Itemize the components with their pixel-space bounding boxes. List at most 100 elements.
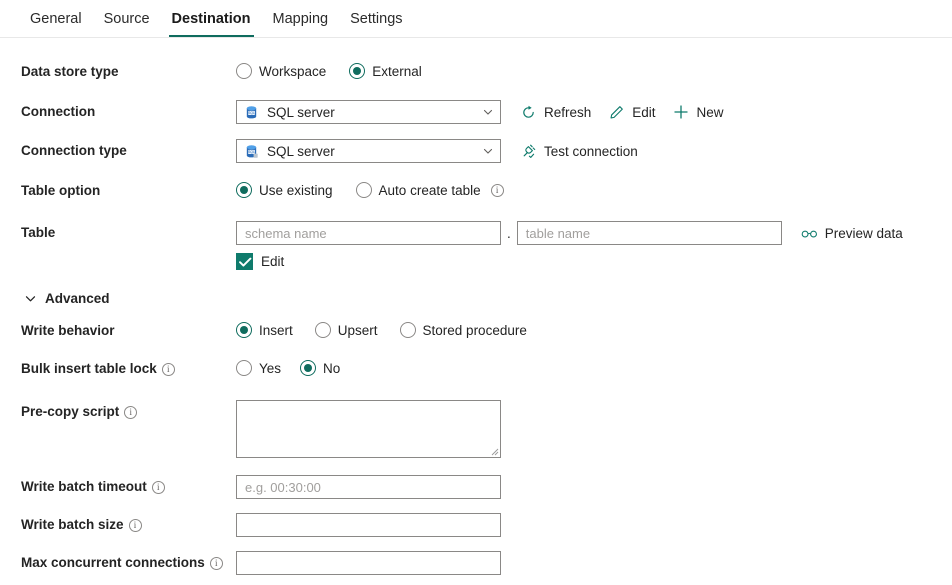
info-icon[interactable] <box>124 406 137 419</box>
radio-stored-procedure[interactable]: Stored procedure <box>400 322 527 338</box>
schema-table-separator: . <box>507 226 511 241</box>
label-data-store-type: Data store type <box>0 63 236 81</box>
row-write-batch-size: Write batch size <box>0 513 952 537</box>
tab-label: General <box>30 11 82 27</box>
svg-text:SQL: SQL <box>248 111 255 115</box>
action-label: Refresh <box>544 105 591 120</box>
tab-bar: General Source Destination Mapping Setti… <box>0 0 952 38</box>
checkbox-label: Edit <box>261 254 284 269</box>
edit-table-checkbox[interactable]: Edit <box>236 253 284 270</box>
radio-circle-icon <box>400 322 416 338</box>
schema-name-placeholder: schema name <box>245 226 327 241</box>
max-concurrent-connections-input[interactable] <box>236 551 501 575</box>
label-write-behavior: Write behavior <box>0 322 236 340</box>
tab-destination[interactable]: Destination <box>161 0 262 37</box>
radio-circle-selected-icon <box>349 63 365 79</box>
radio-circle-icon <box>356 182 372 198</box>
radio-workspace[interactable]: Workspace <box>236 63 326 79</box>
resize-grip-icon[interactable] <box>489 446 499 456</box>
label-write-batch-size: Write batch size <box>0 513 236 537</box>
radio-circle-icon <box>315 322 331 338</box>
radio-label: Stored procedure <box>423 323 527 338</box>
tab-general[interactable]: General <box>19 0 93 37</box>
chevron-down-icon <box>482 145 494 157</box>
tab-label: Destination <box>172 11 251 27</box>
advanced-section-toggle[interactable]: Advanced <box>0 291 952 306</box>
advanced-label: Advanced <box>45 291 110 306</box>
pre-copy-script-textarea[interactable] <box>236 400 501 458</box>
edit-connection-button[interactable]: Edit <box>608 104 655 121</box>
radio-circle-icon <box>236 360 252 376</box>
radio-circle-selected-icon <box>300 360 316 376</box>
radio-circle-selected-icon <box>236 182 252 198</box>
radio-insert[interactable]: Insert <box>236 322 293 338</box>
plus-icon <box>673 104 690 121</box>
pencil-icon <box>608 104 625 121</box>
radio-label: Auto create table <box>379 183 481 198</box>
checkbox-checked-icon <box>236 253 253 270</box>
radio-label: Yes <box>259 361 281 376</box>
tab-label: Settings <box>350 11 402 27</box>
info-icon[interactable] <box>210 557 223 570</box>
radio-yes[interactable]: Yes <box>236 360 281 376</box>
table-name-placeholder: table name <box>526 226 590 241</box>
radio-circle-selected-icon <box>236 322 252 338</box>
sql-database-icon: SQL <box>244 144 259 159</box>
radio-use-existing[interactable]: Use existing <box>236 182 333 198</box>
radio-external[interactable]: External <box>349 63 422 79</box>
max-concurrent-connections-control <box>236 551 501 575</box>
table-name-input[interactable]: table name <box>517 221 782 245</box>
row-max-concurrent-connections: Max concurrent connections <box>0 551 952 575</box>
tab-settings[interactable]: Settings <box>339 0 413 37</box>
new-connection-button[interactable]: New <box>673 104 724 121</box>
row-table: Table schema name . table name <box>0 221 952 270</box>
radio-label: Upsert <box>338 323 378 338</box>
label-max-concurrent-connections: Max concurrent connections <box>0 551 236 575</box>
connection-actions: Refresh Edit New <box>520 104 724 121</box>
radio-label: Use existing <box>259 183 333 198</box>
write-batch-timeout-input[interactable]: e.g. 00:30:00 <box>236 475 501 499</box>
connection-controls: SQL SQL server Refresh <box>236 100 724 124</box>
connection-type-actions: Test connection <box>520 143 638 160</box>
connection-type-dropdown[interactable]: SQL SQL server <box>236 139 501 163</box>
radio-auto-create-table[interactable]: Auto create table <box>356 182 504 198</box>
destination-settings-page: General Source Destination Mapping Setti… <box>0 0 952 585</box>
refresh-button[interactable]: Refresh <box>520 104 591 121</box>
row-write-batch-timeout: Write batch timeout e.g. 00:30:00 <box>0 475 952 499</box>
action-label: New <box>697 105 724 120</box>
radio-label: External <box>372 64 422 79</box>
chevron-down-icon <box>24 292 37 305</box>
schema-name-input[interactable]: schema name <box>236 221 501 245</box>
tab-source[interactable]: Source <box>93 0 161 37</box>
label-write-batch-timeout: Write batch timeout <box>0 475 236 499</box>
test-connection-button[interactable]: Test connection <box>520 143 638 160</box>
radio-upsert[interactable]: Upsert <box>315 322 378 338</box>
row-connection-type: Connection type SQL SQL server <box>0 139 952 163</box>
info-icon[interactable] <box>152 481 165 494</box>
connection-dropdown[interactable]: SQL SQL server <box>236 100 501 124</box>
tab-mapping[interactable]: Mapping <box>262 0 340 37</box>
connection-type-controls: SQL SQL server <box>236 139 638 163</box>
write-behavior-radio-group: Insert Upsert Stored procedure <box>236 322 527 338</box>
row-pre-copy-script: Pre-copy script <box>0 400 952 458</box>
action-label: Test connection <box>544 144 638 159</box>
info-icon[interactable] <box>491 184 504 197</box>
info-icon[interactable] <box>162 363 175 376</box>
preview-data-button[interactable]: Preview data <box>801 225 903 242</box>
table-option-radio-group: Use existing Auto create table <box>236 182 504 198</box>
radio-no[interactable]: No <box>300 360 340 376</box>
label-pre-copy-script: Pre-copy script <box>0 400 236 421</box>
row-write-behavior: Write behavior Insert Upsert Stored proc… <box>0 322 952 344</box>
row-connection: Connection SQL SQL server <box>0 100 952 124</box>
destination-form: Data store type Workspace External Conne… <box>0 38 952 575</box>
write-batch-size-input[interactable] <box>236 513 501 537</box>
tab-label: Source <box>104 11 150 27</box>
tab-label: Mapping <box>273 11 329 27</box>
data-store-type-radio-group: Workspace External <box>236 63 422 79</box>
row-bulk-insert-table-lock: Bulk insert table lock Yes No <box>0 360 952 382</box>
row-table-option: Table option Use existing Auto create ta… <box>0 182 952 204</box>
radio-label: No <box>323 361 340 376</box>
radio-label: Workspace <box>259 64 326 79</box>
info-icon[interactable] <box>129 519 142 532</box>
plug-icon <box>520 143 537 160</box>
